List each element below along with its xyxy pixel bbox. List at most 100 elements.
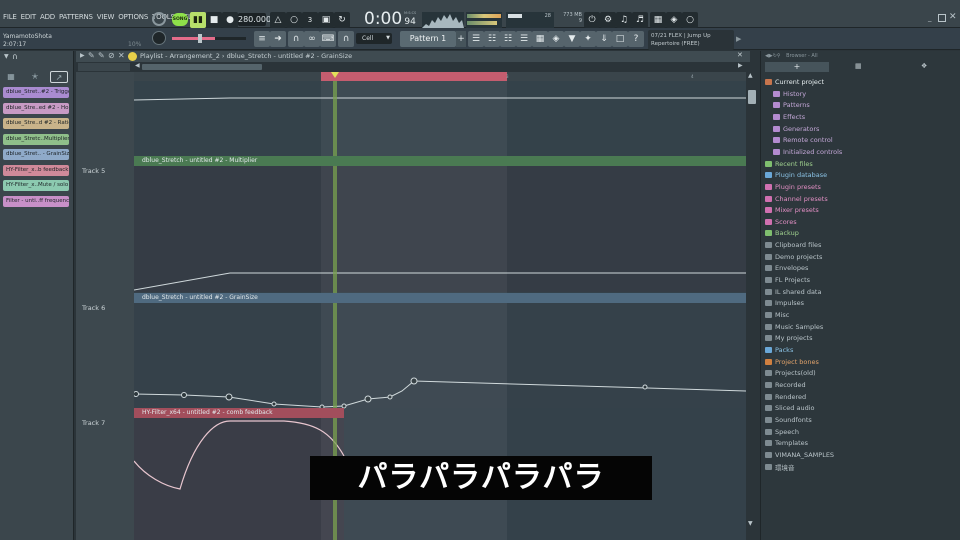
- browser-item[interactable]: History: [773, 90, 806, 98]
- browser-item[interactable]: Sliced audio: [765, 404, 815, 412]
- minimize-icon[interactable]: _: [928, 14, 936, 22]
- help-icon[interactable]: ?: [628, 31, 644, 47]
- browser-item[interactable]: Envelopes: [765, 264, 808, 272]
- channel-rack-icon[interactable]: ☷: [500, 31, 516, 47]
- automation-clip-header[interactable]: HY-Filter_x64 - untitled #2 - comb feedb…: [134, 408, 344, 418]
- automation-clip-header[interactable]: dblue_Stretch - untitled #2 - Multiplier: [134, 156, 746, 166]
- touch-keyboard-icon[interactable]: ▼: [564, 31, 580, 47]
- zoom-knob[interactable]: [78, 63, 130, 71]
- browser-item[interactable]: Project bones: [765, 358, 819, 366]
- restore-icon[interactable]: [938, 14, 946, 22]
- browser-item[interactable]: Patterns: [773, 101, 810, 109]
- pattern-list-icon[interactable]: ▦: [2, 71, 20, 83]
- browser-item[interactable]: My projects: [765, 334, 812, 342]
- browser-item[interactable]: Rendered: [765, 393, 806, 401]
- tool-delete-icon[interactable]: ⊘: [108, 51, 115, 60]
- browser-item[interactable]: Templates: [765, 439, 808, 447]
- clip-source-item[interactable]: HY-Filter_x..b feedback: [3, 164, 69, 176]
- mixer-icon[interactable]: ☰: [468, 31, 484, 47]
- browser-item[interactable]: Speech: [765, 428, 799, 436]
- clip-source-item[interactable]: dblue_Stre..d #2 - Ratio: [3, 118, 69, 129]
- master-volume-slider[interactable]: [172, 34, 246, 43]
- browser-item[interactable]: Plugin presets: [765, 183, 821, 191]
- menu-item-edit[interactable]: EDIT: [21, 13, 37, 21]
- browser-icon[interactable]: ▦: [532, 31, 548, 47]
- playhead-marker-icon[interactable]: [331, 72, 339, 78]
- browser-item[interactable]: Recent files: [765, 160, 813, 168]
- browser-item[interactable]: FL Projects: [765, 276, 810, 284]
- browser-item[interactable]: IL shared data: [765, 288, 821, 296]
- clip-source-item[interactable]: Filter - unti..ff frequency: [3, 195, 69, 207]
- panel-magnet-icon[interactable]: ∩: [12, 52, 18, 61]
- save-icon[interactable]: ▦: [650, 12, 666, 28]
- browser-item[interactable]: Backup: [765, 229, 799, 237]
- browser-item[interactable]: Effects: [773, 113, 805, 121]
- news-panel[interactable]: 07/21 FLEX | Jump Up Repertoire (FREE): [648, 30, 734, 50]
- browser-item[interactable]: Clipboard files: [765, 241, 821, 249]
- vertical-scrollbar[interactable]: ▲ ▼: [746, 72, 758, 540]
- menu-item-file[interactable]: FILE: [3, 13, 17, 21]
- playlist-icon[interactable]: ≡: [254, 31, 270, 47]
- browser-item[interactable]: Demo projects: [765, 253, 822, 261]
- browser-plugins-tab-icon[interactable]: ❖: [921, 62, 927, 70]
- browser-item[interactable]: Mixer presets: [765, 206, 819, 214]
- panel-arrow-icon[interactable]: ▼: [4, 53, 9, 60]
- loop-region[interactable]: [321, 72, 507, 81]
- menu-item-add[interactable]: ADD: [40, 13, 55, 21]
- cpu-gear-icon[interactable]: ⚙: [600, 12, 616, 28]
- song-mode-indicator[interactable]: SONG: [172, 13, 188, 26]
- playlist-close-icon[interactable]: ✕: [737, 51, 743, 59]
- browser-item[interactable]: Initialized controls: [773, 148, 842, 156]
- stop-button[interactable]: ■: [206, 12, 222, 28]
- render-icon[interactable]: ⇓: [596, 31, 612, 47]
- browser-item[interactable]: Packs: [765, 346, 793, 354]
- close-icon[interactable]: ✕: [949, 12, 957, 22]
- chat-icon[interactable]: ○: [682, 12, 698, 28]
- tool-draw-icon[interactable]: ✎: [88, 51, 95, 60]
- mixer-bars-icon[interactable]: ☰: [516, 31, 532, 47]
- browser-item[interactable]: Impulses: [765, 299, 804, 307]
- scroll-down-icon[interactable]: ▼: [748, 520, 753, 527]
- track-label[interactable]: Track 5: [82, 167, 105, 175]
- browser-item[interactable]: Current project: [765, 78, 824, 86]
- piano-roll-icon[interactable]: ☷: [484, 31, 500, 47]
- arrow-right-icon[interactable]: ➜: [270, 31, 286, 47]
- tempo-display[interactable]: 280.000: [238, 13, 271, 26]
- plugin-picker-icon[interactable]: ◈: [548, 31, 564, 47]
- master-pitch-knob[interactable]: [152, 31, 166, 45]
- browser-nav-icons[interactable]: ◀▶↻⚲: [765, 53, 781, 59]
- playlist-menu-arrow-icon[interactable]: ▶: [80, 52, 85, 59]
- record-button[interactable]: ●: [222, 12, 238, 28]
- blend-notes-icon[interactable]: ▣: [318, 12, 334, 28]
- wait-input-icon[interactable]: ○: [286, 12, 302, 28]
- browser-add-tab[interactable]: +: [765, 62, 829, 72]
- metronome-icon[interactable]: △: [270, 12, 286, 28]
- browser-item[interactable]: VIMANA_SAMPLES: [765, 451, 834, 459]
- countdown-icon[interactable]: 3: [302, 12, 318, 28]
- pattern-selector[interactable]: Pattern 1: [400, 31, 456, 47]
- audio-list-icon[interactable]: ↗: [50, 71, 68, 83]
- power-icon[interactable]: ⏻: [584, 12, 600, 28]
- plugin-icon[interactable]: ◈: [666, 12, 682, 28]
- tool-mute-icon[interactable]: ✕: [118, 51, 125, 60]
- news-arrow-icon[interactable]: ▶: [736, 35, 741, 43]
- link-icon[interactable]: ∞: [304, 31, 320, 47]
- automation-list-icon[interactable]: ✭: [26, 71, 44, 83]
- browser-item[interactable]: Soundfonts: [765, 416, 812, 424]
- browser-files-tab-icon[interactable]: ▦: [855, 62, 862, 70]
- tool-paint-icon[interactable]: ✎: [98, 51, 105, 60]
- scroll-up-icon[interactable]: ▲: [748, 72, 753, 79]
- magnet-icon[interactable]: ∩: [288, 31, 304, 47]
- browser-item[interactable]: Remote control: [773, 136, 833, 144]
- wand-icon[interactable]: ✦: [580, 31, 596, 47]
- browser-item[interactable]: Channel presets: [765, 195, 828, 203]
- clip-source-item[interactable]: dblue_Stretc..Multiplier: [3, 133, 69, 145]
- horizontal-scrollbar[interactable]: [134, 62, 746, 72]
- pat-song-toggle[interactable]: [152, 12, 166, 26]
- browser-item[interactable]: Recorded: [765, 381, 806, 389]
- snap-select[interactable]: Cell ▼: [356, 33, 392, 44]
- browser-item[interactable]: Projects(old): [765, 369, 816, 377]
- snap-magnet-icon[interactable]: ∩: [338, 31, 354, 47]
- scroll-right-icon[interactable]: ▶: [738, 62, 743, 69]
- automation-clip-header[interactable]: dblue_Stretch - untitled #2 - GrainSize: [134, 293, 746, 303]
